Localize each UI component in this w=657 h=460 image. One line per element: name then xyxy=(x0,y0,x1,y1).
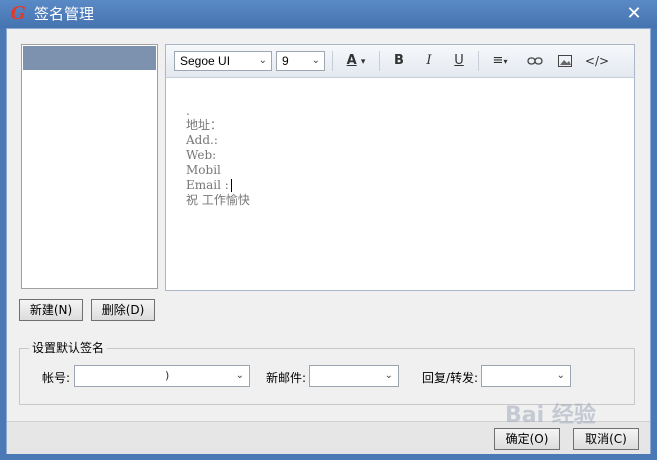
chevron-down-icon: ⌄ xyxy=(556,370,565,381)
title-bar: G 签名管理 ✕ xyxy=(0,0,657,28)
text-caret xyxy=(230,179,232,192)
font-family-value: Segoe UI xyxy=(180,54,231,68)
chevron-down-icon: ⌄ xyxy=(384,370,393,381)
chevron-down-icon: ▾ xyxy=(360,57,366,67)
window-title: 签名管理 xyxy=(34,5,95,23)
dialog-window: G 签名管理 ✕ Segoe UI ⌄ 9 ⌄ A ▾ B I U ≡▾ </>… xyxy=(0,0,657,460)
signature-line-web: Web: xyxy=(186,148,217,162)
signature-line-mobil: Mobil xyxy=(186,163,221,177)
source-code-button[interactable]: </> xyxy=(584,51,610,71)
link-icon xyxy=(527,57,543,65)
signature-line-email: Email : xyxy=(186,178,229,192)
watermark-logo: Bai 经验 xyxy=(505,403,596,428)
font-family-select[interactable]: Segoe UI ⌄ xyxy=(174,51,272,71)
reply-forward-label: 回复/转发: xyxy=(422,371,479,385)
dialog-body: Segoe UI ⌄ 9 ⌄ A ▾ B I U ≡▾ </> . 地址： Ad… xyxy=(6,28,651,454)
ok-button[interactable]: 确定(O) xyxy=(494,428,560,450)
toolbar-divider xyxy=(379,51,380,71)
reply-forward-signature-select[interactable]: ⌄ xyxy=(481,365,571,387)
content-dot: . xyxy=(186,104,190,118)
new-mail-label: 新邮件: xyxy=(266,371,307,385)
chevron-down-icon: ⌄ xyxy=(311,55,320,66)
font-color-icon: A xyxy=(346,53,357,68)
signature-list[interactable] xyxy=(21,44,158,289)
signature-list-item-selected[interactable] xyxy=(23,46,156,70)
editor-toolbar: Segoe UI ⌄ 9 ⌄ A ▾ B I U ≡▾ </> xyxy=(166,45,634,78)
cancel-button[interactable]: 取消(C) xyxy=(573,428,639,450)
italic-button[interactable]: I xyxy=(418,51,440,71)
link-button[interactable] xyxy=(524,51,546,71)
font-size-select[interactable]: 9 ⌄ xyxy=(276,51,325,71)
underline-button[interactable]: U xyxy=(448,51,470,71)
font-size-value: 9 xyxy=(282,54,289,68)
app-logo-icon: G xyxy=(10,3,26,24)
align-icon: ≡ xyxy=(492,53,504,68)
signature-editor[interactable]: Segoe UI ⌄ 9 ⌄ A ▾ B I U ≡▾ </> . 地址： Ad… xyxy=(165,44,635,291)
align-button[interactable]: ≡▾ xyxy=(486,51,514,71)
bold-button[interactable]: B xyxy=(388,51,410,71)
image-icon xyxy=(558,55,572,67)
delete-signature-button[interactable]: 删除(D) xyxy=(91,299,155,321)
toolbar-divider xyxy=(332,51,333,71)
toolbar-divider xyxy=(478,51,479,71)
chevron-down-icon: ⌄ xyxy=(258,55,267,66)
close-button[interactable]: ✕ xyxy=(622,3,646,25)
group-title: 设置默认签名 xyxy=(29,340,108,356)
signature-line-email-row: Email : xyxy=(186,178,250,193)
account-select[interactable]: ) ⌄ xyxy=(74,365,250,387)
font-color-button[interactable]: A ▾ xyxy=(339,51,373,71)
source-code-icon: </> xyxy=(584,54,610,68)
new-mail-signature-select[interactable]: ⌄ xyxy=(309,365,399,387)
new-signature-button[interactable]: 新建(N) xyxy=(19,299,83,321)
signature-line-closing: 祝 工作愉快 xyxy=(186,193,250,207)
account-select-value: ) xyxy=(165,369,170,382)
signature-content[interactable]: . 地址： Add.: Web: Mobil Email : 祝 工作愉快 xyxy=(186,105,250,208)
signature-line-add: Add.: xyxy=(186,133,218,147)
signature-line-address: 地址： xyxy=(186,118,223,132)
chevron-down-icon: ▾ xyxy=(503,57,508,66)
image-button[interactable] xyxy=(554,51,576,71)
chevron-down-icon: ⌄ xyxy=(235,370,244,381)
account-label: 帐号: xyxy=(42,371,71,385)
